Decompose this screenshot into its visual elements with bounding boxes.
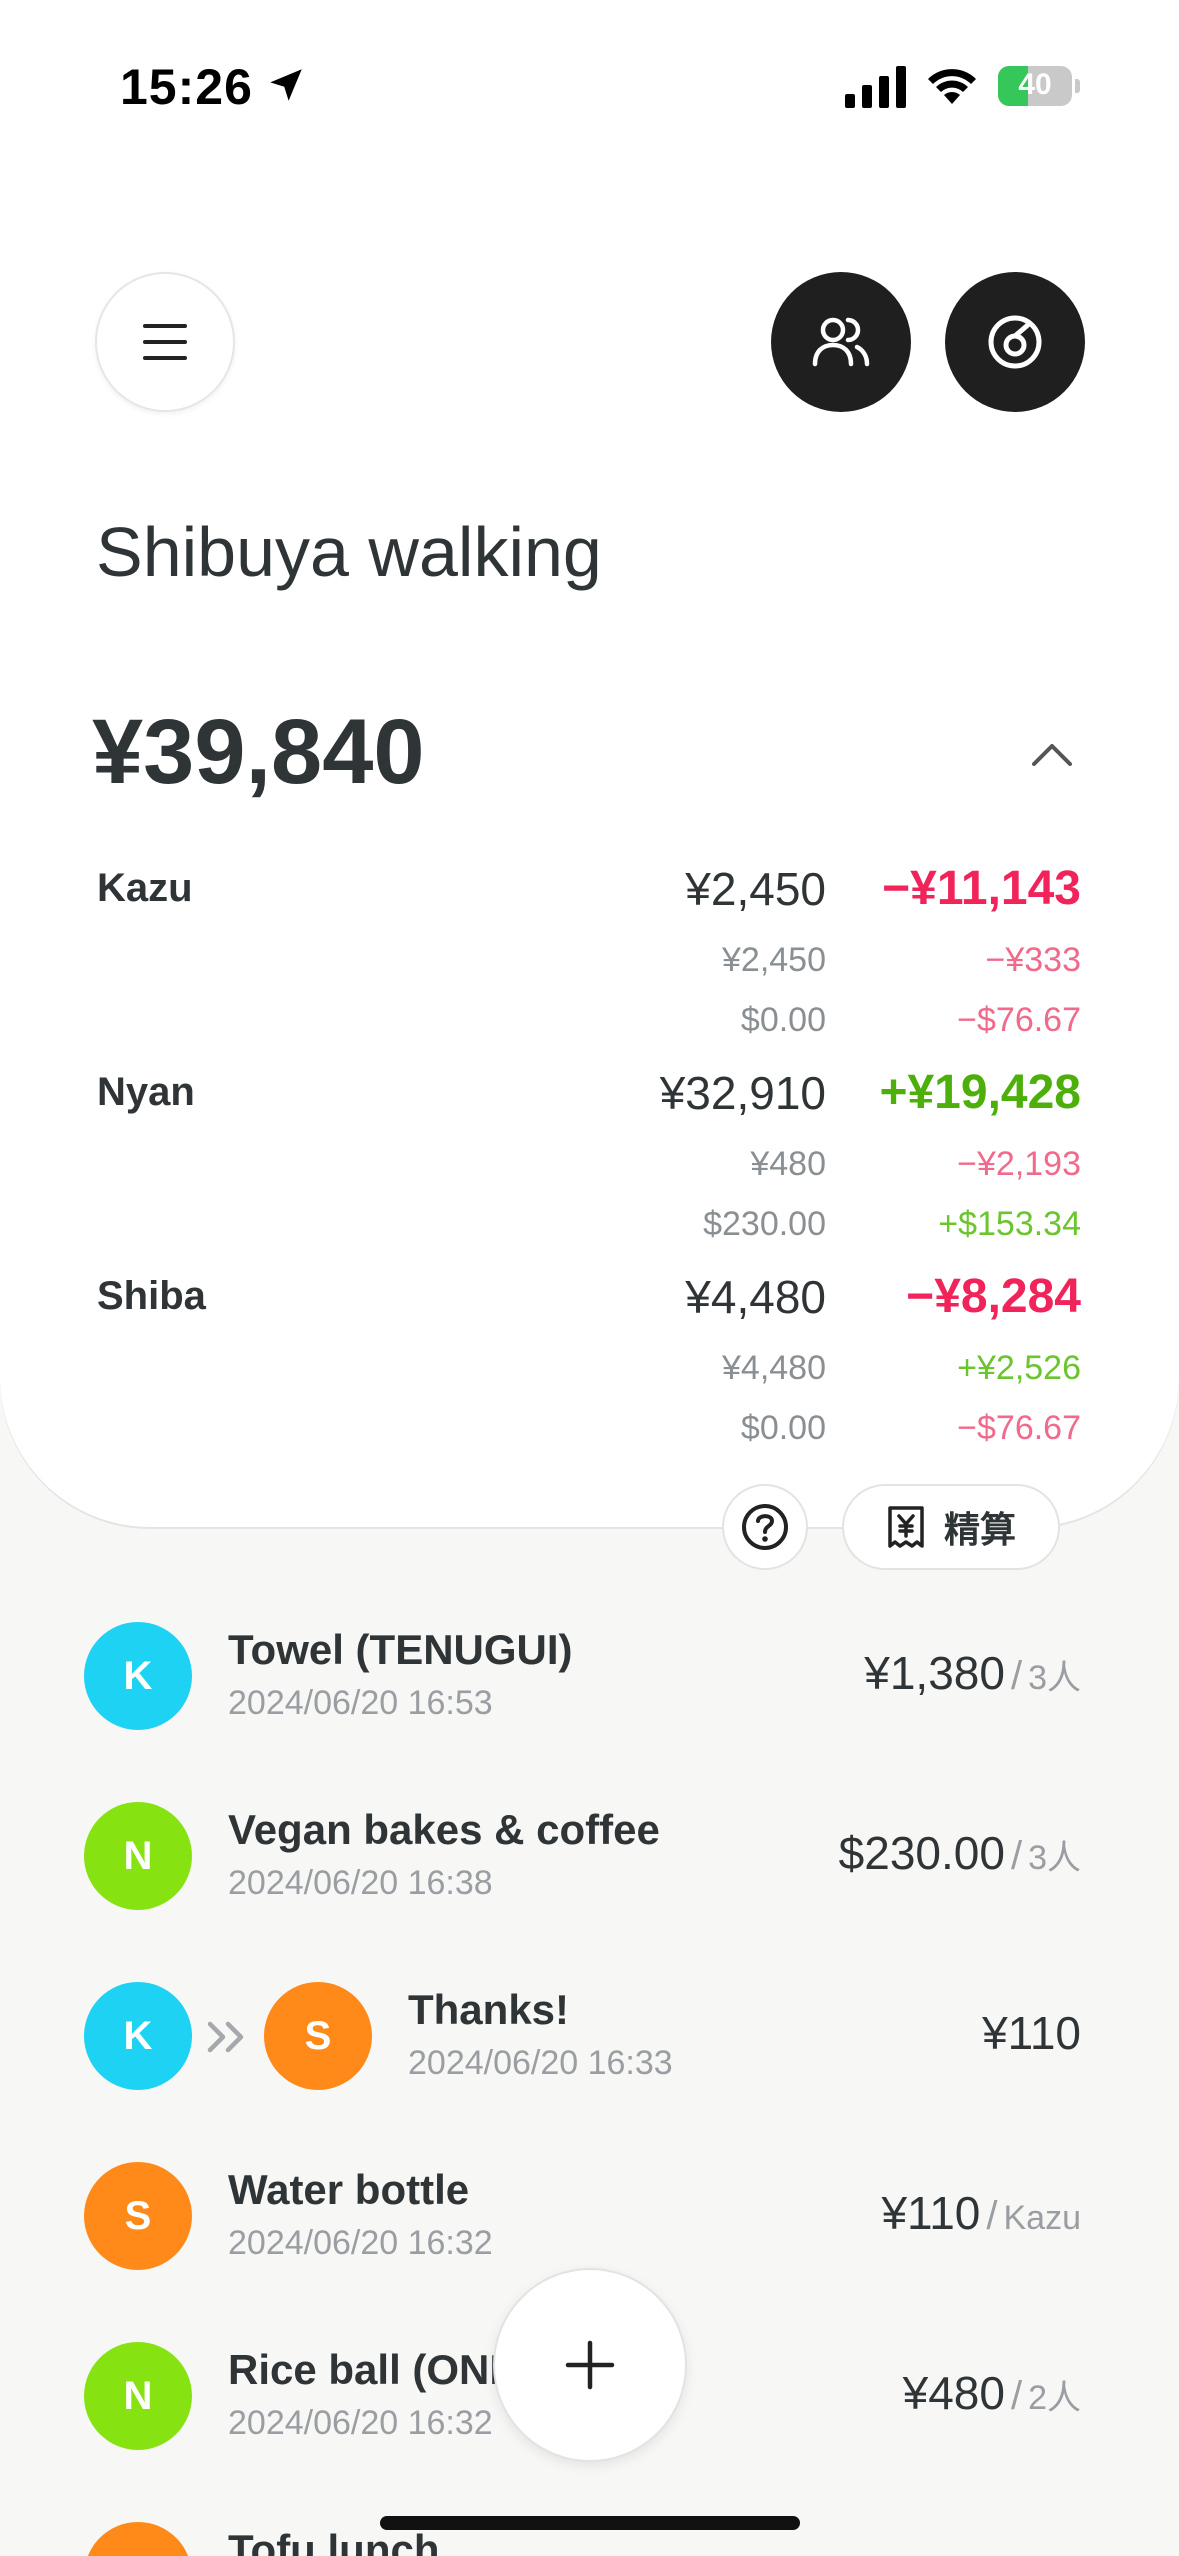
status-bar: 15:26 40 xyxy=(0,0,1179,160)
member-paid-jpy: ¥4,480 xyxy=(722,1349,826,1387)
transaction-amount: ¥110 xyxy=(881,2187,981,2239)
avatar: S xyxy=(84,2162,192,2270)
member-paid: ¥2,450 xyxy=(685,863,826,915)
transaction-date: 2024/06/20 16:53 xyxy=(228,1684,493,1722)
cellular-signal-icon xyxy=(845,66,906,108)
member-paid-usd: $230.00 xyxy=(703,1205,826,1243)
double-chevron-right-icon xyxy=(207,2021,244,2053)
transaction-title: Water bottle xyxy=(228,2166,470,2213)
settle-label: 精算 xyxy=(943,1509,1016,1550)
transaction-amount: $230.00 xyxy=(838,1827,1005,1879)
member-balance-usd: −$76.67 xyxy=(957,1409,1081,1447)
member-paid-jpy: ¥2,450 xyxy=(722,941,826,979)
members-button[interactable] xyxy=(771,272,911,412)
avatar: N xyxy=(84,1802,192,1910)
users-icon xyxy=(812,317,870,367)
transaction-amount-group: ¥110/Kazu xyxy=(881,2187,1082,2239)
transaction-title: Thanks! xyxy=(408,1986,570,2033)
battery-icon: 40 xyxy=(998,66,1080,106)
member-balance-usd: +$153.34 xyxy=(938,1205,1081,1243)
transaction-date: 2024/06/20 16:32 xyxy=(228,2404,493,2442)
status-time: 15:26 xyxy=(120,59,253,115)
transaction-amount-group: ¥480/2人 xyxy=(902,2367,1081,2419)
avatar-to: S xyxy=(264,1982,372,2090)
avatar: S xyxy=(84,2522,192,2556)
transaction-split: 2人 xyxy=(1028,2379,1081,2417)
member-balance-usd: −$76.67 xyxy=(957,1001,1081,1039)
transaction-date: 2024/06/20 16:38 xyxy=(228,1864,493,1902)
member-name: Shiba xyxy=(97,1274,206,1318)
member-paid-usd: $0.00 xyxy=(740,1409,826,1447)
transaction-amount: ¥1,380 xyxy=(864,1647,1005,1699)
member-paid-jpy: ¥480 xyxy=(750,1145,826,1183)
receipt-yen-icon xyxy=(888,1506,924,1548)
pie-chart-icon xyxy=(988,315,1042,369)
member-balance: −¥11,143 xyxy=(882,862,1081,915)
member-paid: ¥32,910 xyxy=(659,1067,826,1119)
transaction-amount-group: ¥1,380/3人 xyxy=(864,1647,1081,1699)
wifi-icon xyxy=(928,69,976,104)
question-icon xyxy=(742,1504,788,1550)
chart-button[interactable] xyxy=(945,272,1085,412)
transaction-amount-group: $230.00/3人 xyxy=(838,1827,1081,1879)
member-balance: +¥19,428 xyxy=(879,1066,1081,1119)
home-indicator xyxy=(380,2516,800,2530)
help-button[interactable] xyxy=(722,1484,808,1570)
avatar-from: K xyxy=(84,1982,192,2090)
avatar: K xyxy=(84,1622,192,1730)
transaction-title: Tofu lunch xyxy=(228,2526,440,2556)
member-balance-jpy: −¥2,193 xyxy=(957,1145,1081,1183)
transaction-title: Rice ball (ONI xyxy=(228,2346,502,2393)
transfer-row[interactable]: K S Thanks! 2024/06/20 16:33 ¥110 xyxy=(0,1956,1179,2116)
battery-label: 40 xyxy=(1018,68,1052,101)
member-name: Nyan xyxy=(97,1070,195,1114)
transaction-title: Towel (TENUGUI) xyxy=(228,1626,573,1673)
total-amount: ¥39,840 xyxy=(92,701,425,803)
transaction-date: 2024/06/20 16:32 xyxy=(228,2224,493,2262)
add-expense-button[interactable] xyxy=(493,2268,687,2462)
transaction-row[interactable]: K Towel (TENUGUI) 2024/06/20 16:53 ¥1,38… xyxy=(0,1596,1179,1756)
transaction-amount: ¥110 xyxy=(982,2007,1081,2059)
transaction-amount: ¥480 xyxy=(902,2367,1005,2419)
chevron-up-icon[interactable] xyxy=(1030,738,1074,768)
location-arrow-icon xyxy=(270,69,302,101)
member-balance-jpy: +¥2,526 xyxy=(957,1349,1081,1387)
transaction-row[interactable]: N Vegan bakes & coffee 2024/06/20 16:38 … xyxy=(0,1776,1179,1936)
member-balance-jpy: −¥333 xyxy=(985,941,1082,979)
plus-icon xyxy=(565,2340,615,2390)
hamburger-icon xyxy=(143,324,187,360)
page-title: Shibuya walking xyxy=(96,513,602,591)
avatar: N xyxy=(84,2342,192,2450)
transaction-split: 3人 xyxy=(1028,1839,1081,1877)
transaction-date: 2024/06/20 16:33 xyxy=(408,2044,673,2082)
transaction-split: Kazu xyxy=(1003,2199,1082,2237)
member-paid-usd: $0.00 xyxy=(740,1001,826,1039)
menu-button[interactable] xyxy=(95,272,235,412)
transaction-split: 3人 xyxy=(1028,1659,1081,1697)
member-paid: ¥4,480 xyxy=(685,1271,826,1323)
member-balance: −¥8,284 xyxy=(906,1270,1081,1323)
transaction-title: Vegan bakes & coffee xyxy=(228,1806,660,1853)
member-name: Kazu xyxy=(97,866,193,910)
settle-button[interactable]: 精算 xyxy=(842,1484,1060,1570)
